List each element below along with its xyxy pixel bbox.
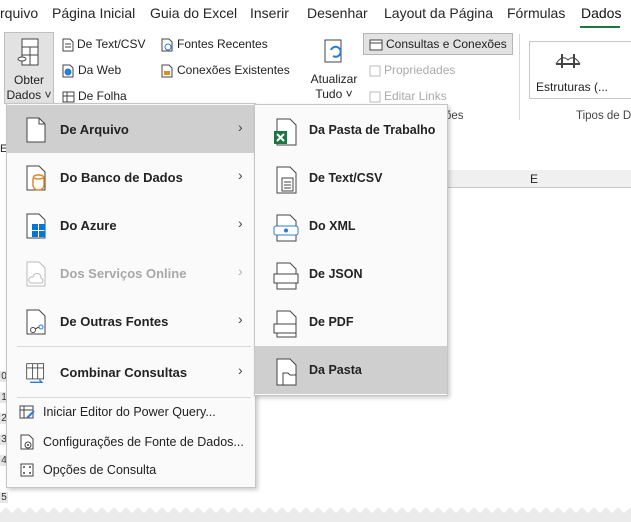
menu-item-label: Dos Serviços Online <box>60 266 187 281</box>
chevron-down-icon: ˅ <box>345 87 353 101</box>
tab-layout-da-pagina[interactable]: Layout da Página <box>384 5 493 21</box>
menu-item-label: De Arquivo <box>60 122 129 137</box>
atualizar-label: Atualizar <box>310 72 358 86</box>
group-label-tipos-de-dados: Tipos de D <box>576 110 631 122</box>
properties-icon <box>369 65 381 77</box>
submenu-item-label: Do XML <box>309 219 356 233</box>
options-icon <box>20 463 34 477</box>
tab-dados[interactable]: Dados <box>581 5 621 21</box>
tab-desenhar[interactable]: Desenhar <box>307 5 368 21</box>
tab-inserir[interactable]: Inserir <box>250 5 289 21</box>
folder-icon <box>276 358 297 386</box>
menu-item-de-outras-fontes[interactable]: De Outras Fontes › <box>7 297 255 345</box>
menu-item-label: Combinar Consultas <box>60 365 188 380</box>
refresh-icon <box>324 39 342 63</box>
menu-item-combinar-consultas[interactable]: Combinar Consultas › <box>7 348 255 396</box>
database-icon <box>26 165 46 191</box>
globe-icon <box>62 64 74 78</box>
group-divider <box>519 34 520 120</box>
submenu-item-label: Da Pasta de Trabalho <box>309 123 436 137</box>
submenu-item-label: Da Pasta <box>309 363 362 377</box>
database-table-icon <box>17 38 39 66</box>
de-folha-button[interactable]: De Folha <box>62 89 127 103</box>
menu-item-do-banco-de-dados[interactable]: Do Banco de Dados › <box>7 153 255 201</box>
obter-dados-button[interactable]: Obter Dados ˅ <box>4 32 54 104</box>
submenu-item-de-text-csv[interactable]: De Text/CSV <box>255 154 447 202</box>
editar-links-button[interactable]: Editar Links <box>369 89 447 103</box>
bridge-icon <box>555 54 581 68</box>
azure-icon <box>26 213 46 239</box>
submenu-item-de-json[interactable]: De JSON <box>255 250 447 298</box>
consultas-conexoes-button[interactable]: Consultas e Conexões <box>363 33 513 55</box>
submenu-item-label: De PDF <box>309 315 354 329</box>
chevron-right-icon: › <box>238 215 243 231</box>
other-sources-icon <box>26 309 46 335</box>
submenu-item-de-pdf[interactable]: De PDF <box>255 298 447 346</box>
ribbon-tabs: rquivo Página Inicial Guia do Excel Inse… <box>0 0 631 28</box>
atualizar-tudo-button[interactable]: Atualizar Tudo ˅ <box>308 34 360 102</box>
menu-item-opcoes-de-consulta[interactable]: Opções de Consulta <box>7 457 255 483</box>
menu-separator <box>17 397 251 398</box>
menu-item-label: De Outras Fontes <box>60 314 169 329</box>
text-file-icon <box>276 166 297 194</box>
connections-icon <box>161 64 173 78</box>
submenu-item-label: De JSON <box>309 267 363 281</box>
tab-guia-do-excel[interactable]: Guia do Excel <box>150 5 237 21</box>
menu-item-label: Opções de Consulta <box>43 463 157 477</box>
xml-icon <box>273 214 299 242</box>
tab-formulas[interactable]: Fórmulas <box>507 5 565 21</box>
da-web-button[interactable]: Da Web <box>62 63 121 78</box>
submenu-item-da-pasta[interactable]: Da Pasta <box>255 346 447 394</box>
menu-item-label: Do Azure <box>60 218 117 233</box>
file-icon <box>26 117 46 143</box>
submenu-item-da-pasta-de-trabalho[interactable]: Da Pasta de Trabalho <box>255 106 447 154</box>
column-header-e[interactable]: E <box>530 172 538 186</box>
submenu-item-label: De Text/CSV <box>309 171 383 185</box>
menu-item-dos-servicos-online[interactable]: Dos Serviços Online › <box>7 249 255 297</box>
menu-item-de-arquivo[interactable]: De Arquivo › <box>7 105 255 153</box>
torn-edge-decoration <box>0 507 631 522</box>
menu-item-label: Do Banco de Dados <box>60 170 183 185</box>
menu-item-label: Configurações de Fonte de Dados... <box>43 435 244 449</box>
json-icon <box>273 262 299 290</box>
excel-icon <box>274 118 297 146</box>
settings-icon <box>20 434 34 450</box>
chevron-down-icon: ˅ <box>44 88 52 102</box>
menu-item-label: Iniciar Editor do Power Query... <box>43 405 216 419</box>
row-number[interactable]: 5 <box>0 492 8 503</box>
tudo-label: Tudo <box>315 87 343 101</box>
submenu-item-do-xml[interactable]: Do XML <box>255 202 447 250</box>
chevron-right-icon: › <box>238 362 243 378</box>
obter-dados-menu: De Arquivo › Do Banco de Dados › Do Azur… <box>6 103 256 488</box>
menu-item-configuracoes-fonte-de-dados[interactable]: Configurações de Fonte de Dados... <box>7 429 255 455</box>
estruturas-label: Estruturas (... <box>536 80 609 94</box>
de-arquivo-submenu: Da Pasta de Trabalho De Text/CSV Do XML … <box>254 104 448 396</box>
recent-sources-icon <box>161 38 173 52</box>
links-icon <box>369 91 381 103</box>
chevron-right-icon: › <box>238 167 243 183</box>
column-header-row <box>447 170 631 188</box>
obter-dados-label: Obter Dados ˅ <box>6 73 52 102</box>
chevron-right-icon: › <box>238 311 243 327</box>
conexoes-existentes-button[interactable]: Conexões Existentes <box>161 63 290 78</box>
pdf-icon <box>273 310 297 338</box>
estruturas-button[interactable]: Estruturas (... <box>529 41 631 99</box>
table-icon <box>62 91 75 103</box>
menu-item-do-azure[interactable]: Do Azure › <box>7 201 255 249</box>
cloud-icon <box>26 261 46 287</box>
power-query-icon <box>19 405 35 419</box>
menu-separator <box>17 346 251 347</box>
chevron-right-icon: › <box>238 119 243 135</box>
combine-icon <box>26 363 45 383</box>
tab-pagina-inicial[interactable]: Página Inicial <box>52 5 135 21</box>
tab-arquivo[interactable]: rquivo <box>0 5 38 21</box>
menu-item-iniciar-editor-power-query[interactable]: Iniciar Editor do Power Query... <box>7 399 255 425</box>
text-file-icon <box>62 38 74 52</box>
queries-icon <box>369 39 383 51</box>
propriedades-button[interactable]: Propriedades <box>369 63 455 77</box>
chevron-right-icon: › <box>238 263 243 279</box>
de-text-csv-button[interactable]: De Text/CSV <box>62 37 145 52</box>
fontes-recentes-button[interactable]: Fontes Recentes <box>161 37 268 52</box>
